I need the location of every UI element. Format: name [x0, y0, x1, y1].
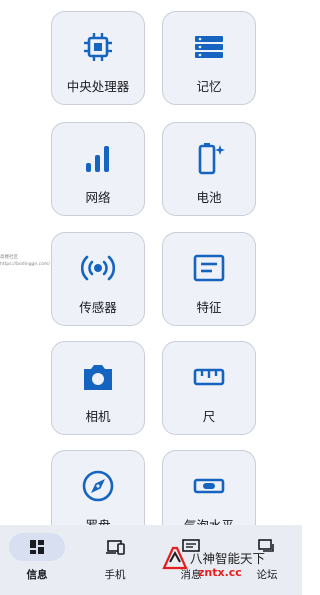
bubble-level-icon: [193, 478, 225, 494]
tile-features[interactable]: 特征: [162, 232, 256, 326]
watermark-url: https://bodingge.com/: [0, 262, 50, 267]
tile-network[interactable]: 网络: [51, 122, 145, 216]
sensor-icon: [81, 255, 115, 281]
battery-icon: [198, 143, 225, 175]
camera-icon: [84, 365, 112, 390]
tile-battery[interactable]: 电池: [162, 122, 256, 216]
tile-camera[interactable]: 相机: [51, 341, 145, 435]
tab-info-label: 信息: [26, 569, 48, 581]
tile-memory[interactable]: 记忆: [162, 11, 256, 105]
tab-info-indicator: [9, 533, 65, 561]
dashboard-icon: [30, 540, 44, 554]
tab-info[interactable]: 信息: [2, 533, 72, 582]
watermark-text: 高楼社区: [0, 255, 18, 260]
tile-network-label: 网络: [85, 190, 111, 205]
brand-logo-icon: [162, 546, 188, 570]
tile-cpu-label: 中央处理器: [66, 79, 130, 94]
tab-phone-label: 手机: [104, 569, 126, 581]
cpu-icon: [84, 33, 112, 61]
compass-icon: [82, 470, 114, 502]
tile-memory-label: 记忆: [196, 79, 222, 94]
devices-icon: [106, 540, 125, 555]
tile-camera-label: 相机: [85, 409, 111, 424]
tile-battery-label: 电池: [196, 190, 222, 205]
features-icon: [193, 254, 225, 282]
tile-sensor[interactable]: 传感器: [51, 232, 145, 326]
tile-ruler-label: 尺: [202, 409, 216, 424]
brand-watermark: 八神智能天下 zntx.cc: [160, 538, 302, 588]
memory-icon: [195, 36, 223, 58]
tile-sensor-label: 传感器: [79, 300, 117, 315]
tab-phone-indicator: [87, 533, 143, 561]
tile-features-label: 特征: [196, 300, 222, 315]
tab-phone[interactable]: 手机: [80, 533, 150, 582]
brand-domain: zntx.cc: [198, 566, 242, 579]
brand-name: 八神智能天下: [190, 551, 266, 566]
tile-ruler[interactable]: 尺: [162, 341, 256, 435]
signal-bars-icon: [86, 146, 109, 172]
tile-cpu[interactable]: 中央处理器: [51, 11, 145, 105]
ruler-icon: [193, 368, 225, 386]
